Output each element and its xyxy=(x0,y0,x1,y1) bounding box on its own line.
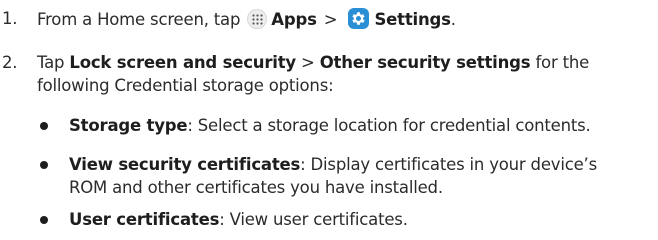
step-2-text-line-2: following Credential storage options: xyxy=(37,76,334,95)
step-number: 1. xyxy=(2,9,18,28)
step-2-rest: for the xyxy=(535,53,590,72)
bullet-text: User certificates: View user certificate… xyxy=(69,209,408,231)
bullet-desc: : View user certificates. xyxy=(219,210,408,229)
bullet-marker xyxy=(40,122,48,130)
bullet-text: View security certificates: Display cert… xyxy=(69,154,597,176)
apps-label: Apps xyxy=(271,10,317,29)
step-2-text-line-1: Tap Lock screen and security > Other sec… xyxy=(37,52,589,74)
bullet-desc: : Select a storage location for credenti… xyxy=(187,116,591,135)
breadcrumb-separator: > xyxy=(323,10,338,29)
apps-grid-icon xyxy=(247,9,268,29)
bullet-term: View security certificates xyxy=(69,155,301,174)
bullet-term: Storage type xyxy=(69,116,188,135)
bullet-desc-line-2: ROM and other certificates you have inst… xyxy=(69,178,443,197)
bullet-text: Storage type: Select a storage location … xyxy=(69,115,591,137)
step-1-suffix: . xyxy=(450,10,456,29)
step-1-prefix: From a Home screen, tap xyxy=(37,10,241,29)
settings-label: Settings xyxy=(374,10,451,29)
bullet-term: User certificates xyxy=(69,210,220,229)
step-2-tap: Tap xyxy=(37,53,65,72)
other-security-label: Other security settings xyxy=(319,53,531,72)
step-1-text: From a Home screen, tap Apps > Settings. xyxy=(37,8,456,31)
bullet-desc: : Display certificates in your device’s xyxy=(300,155,597,174)
gear-icon xyxy=(348,8,370,29)
bullet-marker xyxy=(40,216,48,224)
bullet-marker xyxy=(40,161,48,169)
breadcrumb-separator: > xyxy=(301,53,315,72)
step-number: 2. xyxy=(2,53,18,72)
lock-screen-label: Lock screen and security xyxy=(69,53,296,72)
